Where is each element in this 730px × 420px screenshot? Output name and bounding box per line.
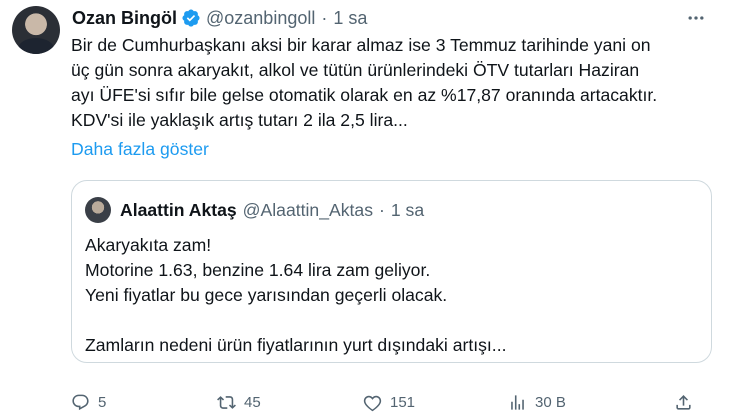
tweet-text: Bir de Cumhurbaşkanı aksi bir karar alma… <box>71 33 716 133</box>
ellipsis-icon <box>688 16 704 20</box>
tweet-text-line: KDV'si ile yaklaşık artış tutarı 2 ila 2… <box>71 110 408 130</box>
reply-icon <box>72 394 89 410</box>
separator-dot: · <box>321 7 328 28</box>
separator-dot: · <box>379 199 385 220</box>
more-options-button[interactable] <box>684 8 708 28</box>
repost-count: 45 <box>244 393 261 411</box>
quoted-tweet-card[interactable]: Alaattin Aktaş @Alaattin_Aktas · 1 sa Ak… <box>71 180 712 363</box>
quoted-author-name: Alaattin Aktaş <box>120 199 237 220</box>
share-button[interactable] <box>674 388 693 416</box>
quoted-text-line: Motorine 1.63, benzine 1.64 lira zam gel… <box>85 260 431 280</box>
views-count: 30 B <box>535 393 566 411</box>
avatar-figure <box>18 38 54 54</box>
quoted-author-avatar <box>85 197 111 223</box>
views-button[interactable]: 30 B <box>508 388 566 416</box>
views-chart-icon <box>511 394 524 410</box>
tweet-text-line: ayı ÜFE'si sıfır bile gelse otomatik ola… <box>71 85 658 105</box>
tweet-timestamp[interactable]: 1 sa <box>333 8 367 29</box>
quoted-tweet-text: Akaryakıta zam! Motorine 1.63, benzine 1… <box>85 233 506 358</box>
quoted-text-line: Yeni fiyatlar bu gece yarısından geçerli… <box>85 285 448 305</box>
tweet-header: Ozan Bingöl @ozanbingoll · 1 sa <box>72 6 367 30</box>
verified-badge-icon[interactable] <box>181 8 201 28</box>
like-button[interactable]: 151 <box>363 388 415 416</box>
author-name[interactable]: Ozan Bingöl <box>72 8 177 29</box>
author-handle[interactable]: @ozanbingoll <box>206 8 315 29</box>
quoted-tweet-header: Alaattin Aktaş @Alaattin_Aktas · 1 sa <box>120 198 424 222</box>
quoted-text-line: Akaryakıta zam! <box>85 235 212 255</box>
repost-icon <box>217 395 236 409</box>
tweet-text-line: üç gün sonra akaryakıt, alkol ve tütün ü… <box>71 60 640 80</box>
repost-button[interactable]: 45 <box>217 388 261 416</box>
share-icon <box>676 394 691 410</box>
heart-icon <box>363 395 382 411</box>
like-count: 151 <box>390 393 416 411</box>
quoted-author-handle: @Alaattin_Aktas <box>242 199 374 220</box>
author-avatar[interactable] <box>12 6 60 54</box>
tweet-actions-bar: 5 45 151 30 B <box>71 388 721 416</box>
quoted-tweet-timestamp: 1 sa <box>390 199 425 220</box>
show-more-link[interactable]: Daha fazla göster <box>71 139 209 160</box>
tweet-text-line: Bir de Cumhurbaşkanı aksi bir karar alma… <box>71 35 651 55</box>
quoted-text-line: Zamların nedeni ürün fiyatlarının yurt d… <box>85 335 507 355</box>
reply-button[interactable]: 5 <box>71 388 106 416</box>
reply-count: 5 <box>98 393 107 411</box>
